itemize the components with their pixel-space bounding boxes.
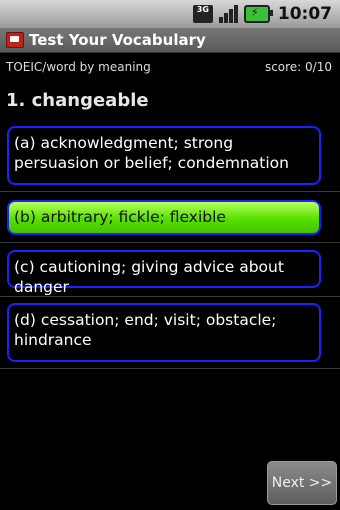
category-label: TOEIC/word by meaning	[6, 60, 151, 74]
network-3g-icon: 3G	[192, 5, 213, 23]
divider	[0, 242, 340, 243]
next-button[interactable]: Next >>	[267, 461, 337, 505]
title-bar: Test Your Vocabulary	[0, 28, 340, 53]
battery-icon: ⚡	[243, 5, 273, 23]
status-icons: 3G ⚡ 10:07	[192, 3, 332, 25]
app-icon	[6, 32, 24, 48]
question-text: 1. changeable	[6, 90, 149, 111]
score-label: score: 0/10	[264, 60, 332, 74]
status-bar: 3G ⚡ 10:07	[0, 0, 340, 28]
signal-icon	[218, 5, 238, 23]
option-b-button[interactable]: (b) arbitrary; fickle; flexible	[7, 200, 321, 235]
clock: 10:07	[277, 4, 332, 24]
app-title: Test Your Vocabulary	[29, 31, 206, 49]
divider	[0, 191, 340, 192]
option-a-button[interactable]: (a) acknowledgment; strong persuasion or…	[7, 126, 321, 185]
divider	[0, 368, 340, 369]
divider	[0, 296, 340, 297]
info-row: TOEIC/word by meaning score: 0/10	[0, 58, 340, 76]
option-c-button[interactable]: (c) cautioning; giving advice about dang…	[7, 250, 321, 296]
network-label: 3G	[196, 5, 209, 14]
option-d-button[interactable]: (d) cessation; end; visit; obstacle; hin…	[7, 303, 321, 362]
